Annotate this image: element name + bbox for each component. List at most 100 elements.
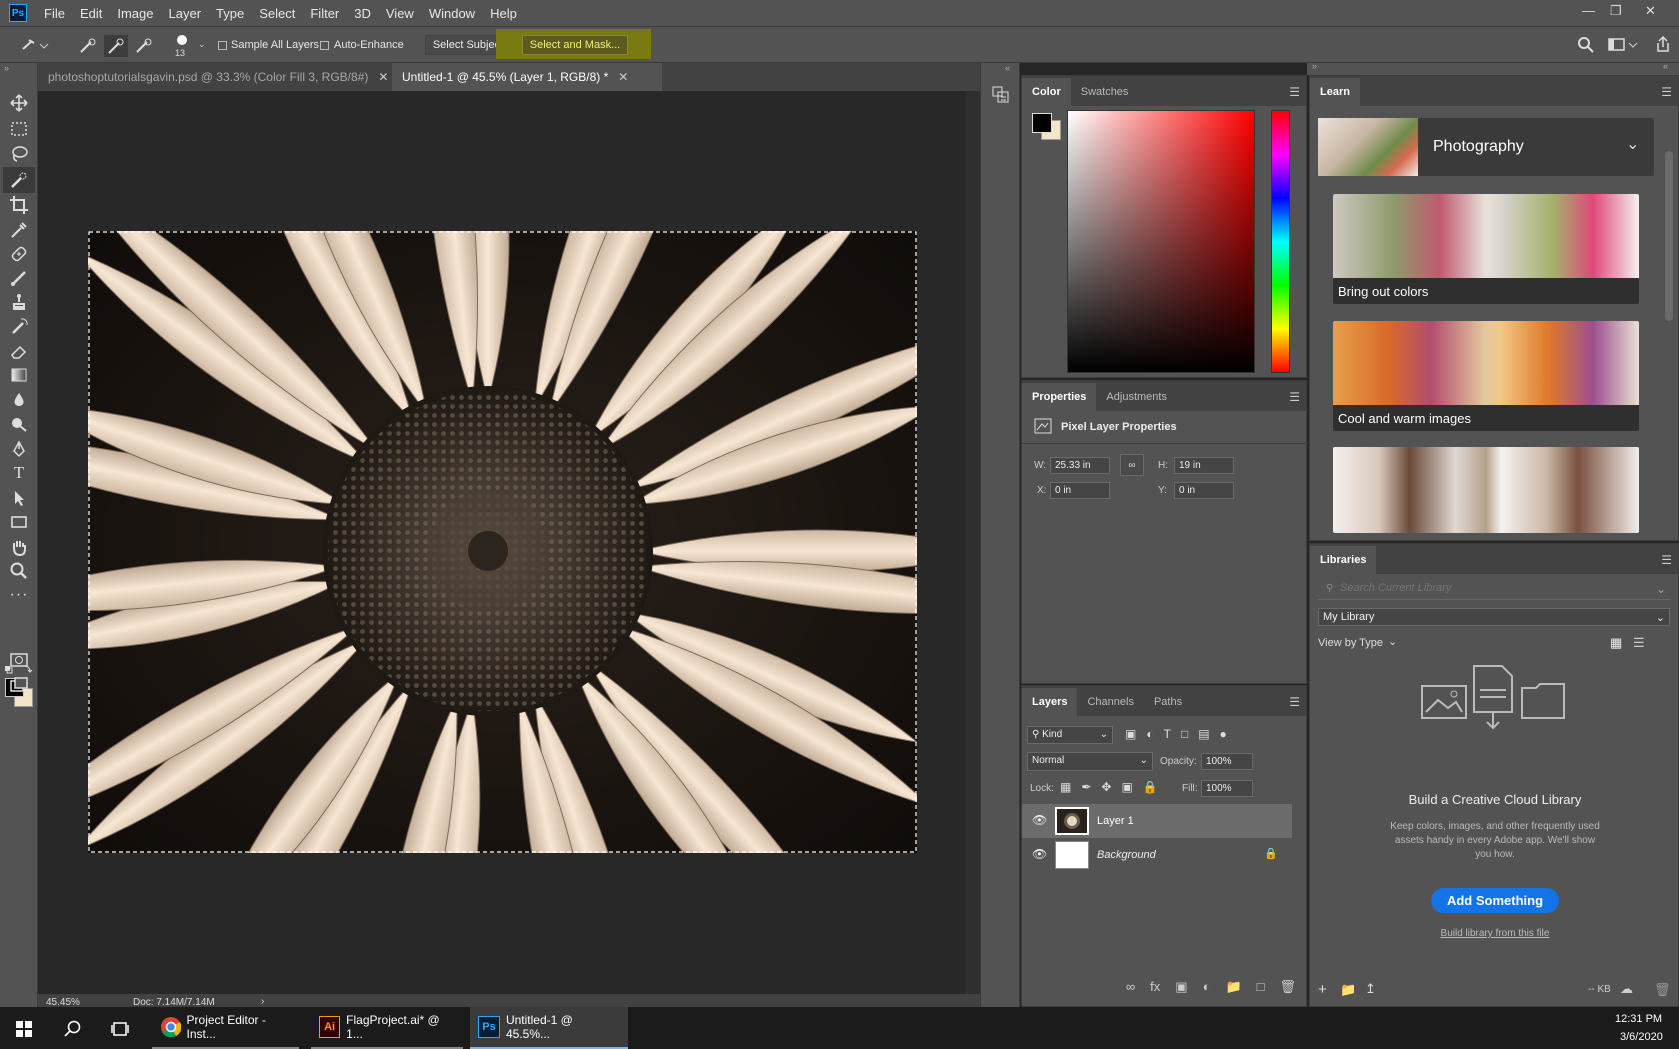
- pen-tool-icon[interactable]: [9, 439, 29, 459]
- panel-menu-icon[interactable]: ☰: [1661, 553, 1672, 567]
- upload-icon[interactable]: ↥: [1365, 981, 1376, 997]
- quick-selection-tool-icon[interactable]: [9, 170, 29, 190]
- layer-row-background[interactable]: 👁 Background 🔒: [1022, 838, 1292, 872]
- collapse-strip-icon[interactable]: «: [1005, 63, 1010, 73]
- learn-card-bring-out-colors[interactable]: Bring out colors: [1333, 194, 1639, 304]
- new-layer-icon[interactable]: □: [1257, 979, 1265, 1007]
- panel-menu-icon[interactable]: ☰: [1661, 85, 1672, 99]
- foreground-color-chip[interactable]: [1032, 113, 1052, 133]
- visibility-eye-icon[interactable]: 👁: [1032, 847, 1047, 861]
- taskbar-photoshop[interactable]: Ps Untitled-1 @ 45.5%...: [470, 1007, 628, 1049]
- select-and-mask-button[interactable]: Select and Mask...: [522, 35, 628, 55]
- learn-card-3[interactable]: [1333, 447, 1639, 533]
- panel-menu-icon[interactable]: ☰: [1289, 390, 1300, 404]
- crop-tool-icon[interactable]: [9, 195, 29, 215]
- clone-stamp-tool-icon[interactable]: [9, 292, 29, 312]
- tab-swatches[interactable]: Swatches: [1071, 78, 1139, 106]
- panel-menu-icon[interactable]: ☰: [1289, 85, 1300, 99]
- cloud-icon[interactable]: ☁: [1620, 981, 1633, 997]
- clock-time[interactable]: 12:31 PM: [1615, 1013, 1662, 1025]
- close-icon[interactable]: ✕: [1645, 3, 1656, 19]
- dodge-tool-icon[interactable]: [9, 414, 29, 434]
- link-layers-icon[interactable]: ∞: [1126, 979, 1135, 1007]
- rectangle-tool-icon[interactable]: [9, 512, 29, 532]
- lock-all-icon[interactable]: 🔒: [1143, 780, 1158, 794]
- tab-untitled-1[interactable]: Untitled-1 @ 45.5% (Layer 1, RGB/8) * ✕: [392, 63, 662, 91]
- hand-tool-icon[interactable]: [9, 537, 29, 557]
- menu-image[interactable]: Image: [117, 6, 153, 21]
- visibility-eye-icon[interactable]: 👁: [1032, 813, 1047, 827]
- lock-image-icon[interactable]: ✒: [1081, 780, 1091, 794]
- view-by-type[interactable]: View by Type: [1318, 637, 1383, 649]
- healing-brush-tool-icon[interactable]: [9, 244, 29, 264]
- tab-photoshoptutorialsgavin[interactable]: photoshoptutorialsgavin.psd @ 33.3% (Col…: [38, 63, 392, 91]
- tab-color[interactable]: Color: [1022, 78, 1071, 106]
- menu-layer[interactable]: Layer: [169, 6, 202, 21]
- add-something-button[interactable]: Add Something: [1431, 888, 1559, 913]
- gradient-tool-icon[interactable]: [9, 365, 29, 385]
- learn-category-header[interactable]: Photography ⌄: [1318, 118, 1654, 176]
- library-select[interactable]: My Library ⌄: [1318, 608, 1670, 626]
- zoom-tool-icon[interactable]: [9, 561, 29, 581]
- chevron-down-icon[interactable]: ⌄: [1388, 635, 1397, 648]
- close-tab-icon[interactable]: ✕: [618, 70, 628, 84]
- tab-properties[interactable]: Properties: [1022, 383, 1097, 411]
- smart-object-filter-icon[interactable]: ▤: [1198, 727, 1209, 743]
- learn-card-cool-and-warm[interactable]: Cool and warm images: [1333, 321, 1639, 431]
- grid-view-icon[interactable]: ▦: [1610, 635, 1622, 651]
- sunflower-image[interactable]: [88, 231, 917, 853]
- expand-dock-icon[interactable]: «: [1663, 61, 1668, 71]
- library-search-input[interactable]: [1340, 582, 1640, 594]
- layer-row-layer-1[interactable]: 👁 Layer 1: [1022, 804, 1292, 838]
- minimize-icon[interactable]: —: [1582, 3, 1595, 18]
- opacity-field[interactable]: 100%: [1201, 753, 1253, 770]
- lock-position-icon[interactable]: ✥: [1101, 780, 1111, 794]
- trash-icon[interactable]: 🗑: [1654, 982, 1671, 998]
- tab-channels[interactable]: Channels: [1077, 688, 1143, 716]
- filter-toggle-icon[interactable]: ●: [1220, 727, 1227, 743]
- group-folder-icon[interactable]: 📁: [1225, 979, 1241, 1007]
- folder-icon[interactable]: 📁: [1340, 982, 1356, 998]
- tab-libraries[interactable]: Libraries: [1310, 546, 1377, 574]
- adjustment-filter-icon[interactable]: ◐: [1146, 727, 1153, 743]
- new-selection-icon[interactable]: [78, 37, 98, 55]
- close-tab-icon[interactable]: ✕: [378, 70, 388, 84]
- build-library-link[interactable]: Build library from this file: [1310, 928, 1679, 939]
- clock-date[interactable]: 3/6/2020: [1620, 1031, 1663, 1043]
- menu-edit[interactable]: Edit: [80, 6, 102, 21]
- move-tool-icon[interactable]: [9, 93, 29, 113]
- sample-all-layers-checkbox[interactable]: [218, 41, 227, 50]
- link-dimensions-icon[interactable]: ∞: [1120, 454, 1144, 476]
- workspace-icon[interactable]: [1608, 37, 1638, 53]
- type-filter-icon[interactable]: T: [1164, 727, 1171, 743]
- hue-slider[interactable]: [1271, 110, 1290, 373]
- eyedropper-tool-icon[interactable]: [9, 220, 29, 240]
- share-icon[interactable]: [1655, 35, 1671, 53]
- collapse-dock-icon[interactable]: »: [1312, 61, 1317, 71]
- trash-icon[interactable]: 🗑: [1279, 979, 1296, 1007]
- canvas-scrollbar[interactable]: [966, 91, 980, 994]
- x-field[interactable]: 0 in: [1050, 482, 1110, 499]
- windows-start-icon[interactable]: [16, 1021, 32, 1037]
- history-panel-icon[interactable]: [992, 86, 1010, 104]
- taskbar-chrome[interactable]: Project Editor - Inst...: [152, 1007, 299, 1049]
- menu-type[interactable]: Type: [216, 6, 244, 21]
- pixel-filter-icon[interactable]: ▣: [1125, 727, 1136, 743]
- screen-mode-icon[interactable]: [9, 675, 29, 695]
- task-view-icon[interactable]: [111, 1020, 129, 1038]
- path-selection-tool-icon[interactable]: [9, 488, 29, 508]
- color-field[interactable]: [1067, 110, 1255, 373]
- add-mask-icon[interactable]: ▣: [1175, 979, 1187, 1007]
- list-view-icon[interactable]: ☰: [1633, 635, 1645, 651]
- height-field[interactable]: 19 in: [1174, 457, 1234, 474]
- blur-tool-icon[interactable]: [9, 390, 29, 410]
- width-field[interactable]: 25.33 in: [1050, 457, 1110, 474]
- eraser-tool-icon[interactable]: [9, 341, 29, 361]
- add-to-selection-icon[interactable]: [104, 35, 128, 57]
- search-icon[interactable]: [1577, 36, 1595, 54]
- search-icon[interactable]: [64, 1020, 82, 1038]
- shape-filter-icon[interactable]: □: [1181, 727, 1188, 743]
- auto-enhance-checkbox[interactable]: [320, 41, 329, 50]
- lock-artboard-icon[interactable]: ▣: [1121, 780, 1132, 794]
- restore-icon[interactable]: ❐: [1610, 3, 1622, 19]
